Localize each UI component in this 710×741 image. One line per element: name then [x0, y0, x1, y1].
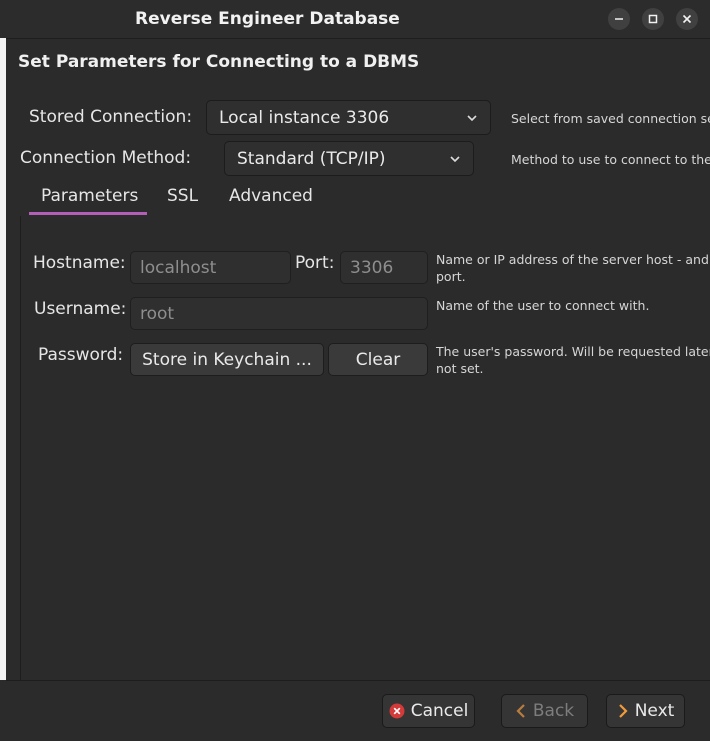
hostname-help-line1: Name or IP address of the server host - …: [436, 252, 710, 267]
tab-ssl[interactable]: SSL: [167, 186, 198, 206]
page-header: Set Parameters for Connecting to a DBMS: [6, 39, 710, 91]
cancel-label: Cancel: [410, 701, 469, 721]
hostname-field[interactable]: localhost: [130, 251, 291, 284]
port-label: Port:: [295, 253, 335, 273]
close-button[interactable]: [676, 8, 698, 30]
back-label: Back: [532, 701, 575, 721]
minimize-icon: [615, 18, 623, 20]
username-label: Username:: [34, 299, 127, 319]
next-button[interactable]: Next: [606, 694, 685, 728]
store-in-keychain-button[interactable]: Store in Keychain ...: [130, 343, 324, 376]
port-field[interactable]: 3306: [340, 251, 428, 284]
window-title: Reverse Engineer Database: [135, 9, 400, 29]
connection-method-value: Standard (TCP/IP): [237, 149, 386, 169]
back-button[interactable]: Back: [501, 694, 588, 728]
username-field[interactable]: root: [130, 297, 428, 330]
next-label: Next: [634, 701, 675, 721]
stored-connection-value: Local instance 3306: [219, 108, 390, 128]
chevron-left-icon: [516, 704, 525, 718]
page-title: Set Parameters for Connecting to a DBMS: [18, 52, 420, 72]
chevron-down-icon: [450, 156, 460, 163]
stored-connection-help: Select from saved connection set: [511, 111, 710, 126]
connection-method-select[interactable]: Standard (TCP/IP): [224, 141, 474, 176]
stored-connection-select[interactable]: Local instance 3306: [206, 100, 491, 135]
tab-bar: Parameters SSL Advanced: [21, 180, 710, 217]
password-help-line1: The user's password. Will be requested l…: [436, 344, 710, 359]
cancel-icon: [389, 703, 405, 719]
chevron-right-icon: [618, 704, 628, 718]
tab-advanced[interactable]: Advanced: [229, 186, 313, 206]
hostname-label: Hostname:: [33, 253, 126, 273]
dialog-window: Reverse Engineer Database Set Parameters…: [0, 0, 710, 741]
dialog-footer: Cancel Back Next: [6, 680, 710, 741]
password-label: Password:: [38, 345, 124, 365]
parameters-panel: [20, 216, 710, 680]
hostname-help-line2: port.: [436, 269, 466, 284]
port-value: 3306: [350, 258, 394, 278]
maximize-button[interactable]: [642, 8, 664, 30]
username-value: root: [140, 304, 175, 324]
hostname-value: localhost: [140, 258, 217, 278]
close-icon: [682, 14, 692, 24]
username-help: Name of the user to connect with.: [436, 298, 650, 313]
maximize-icon: [648, 14, 658, 24]
connection-method-label: Connection Method:: [20, 148, 192, 168]
stored-connection-label: Stored Connection:: [29, 107, 193, 127]
password-help-line2: not set.: [436, 361, 484, 376]
cancel-button[interactable]: Cancel: [382, 694, 475, 728]
active-tab-indicator: [29, 212, 147, 215]
clear-password-button[interactable]: Clear: [328, 343, 428, 376]
minimize-button[interactable]: [608, 8, 630, 30]
tab-parameters[interactable]: Parameters: [41, 186, 138, 206]
window-left-edge: [0, 38, 6, 680]
title-bar[interactable]: Reverse Engineer Database: [0, 0, 710, 39]
connection-method-help: Method to use to connect to the: [511, 152, 710, 167]
chevron-down-icon: [467, 115, 477, 122]
